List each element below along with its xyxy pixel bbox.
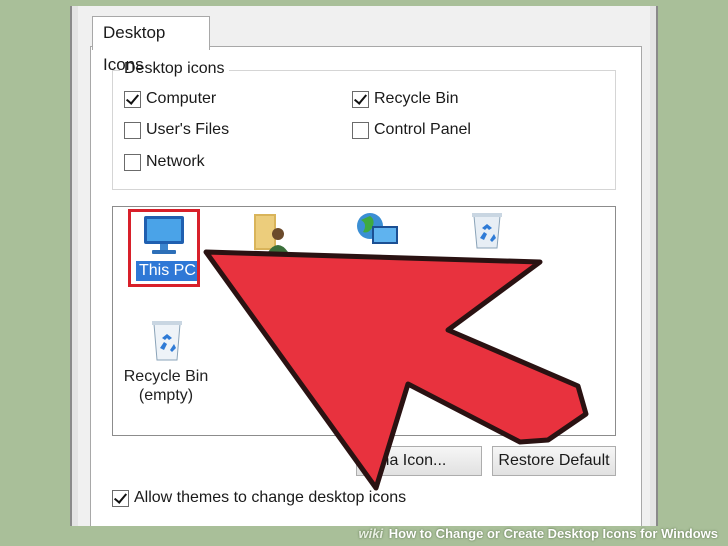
footer-caption: wiki How to Change or Create Desktop Ico… bbox=[359, 526, 718, 541]
wiki-logo: wiki bbox=[358, 526, 384, 541]
red-arrow-overlay bbox=[203, 249, 589, 491]
footer-title: How to Change or Create Desktop Icons fo… bbox=[388, 526, 718, 541]
red-arrow bbox=[203, 249, 589, 491]
tab-desktop-icons[interactable]: Desktop Icons bbox=[92, 16, 210, 74]
